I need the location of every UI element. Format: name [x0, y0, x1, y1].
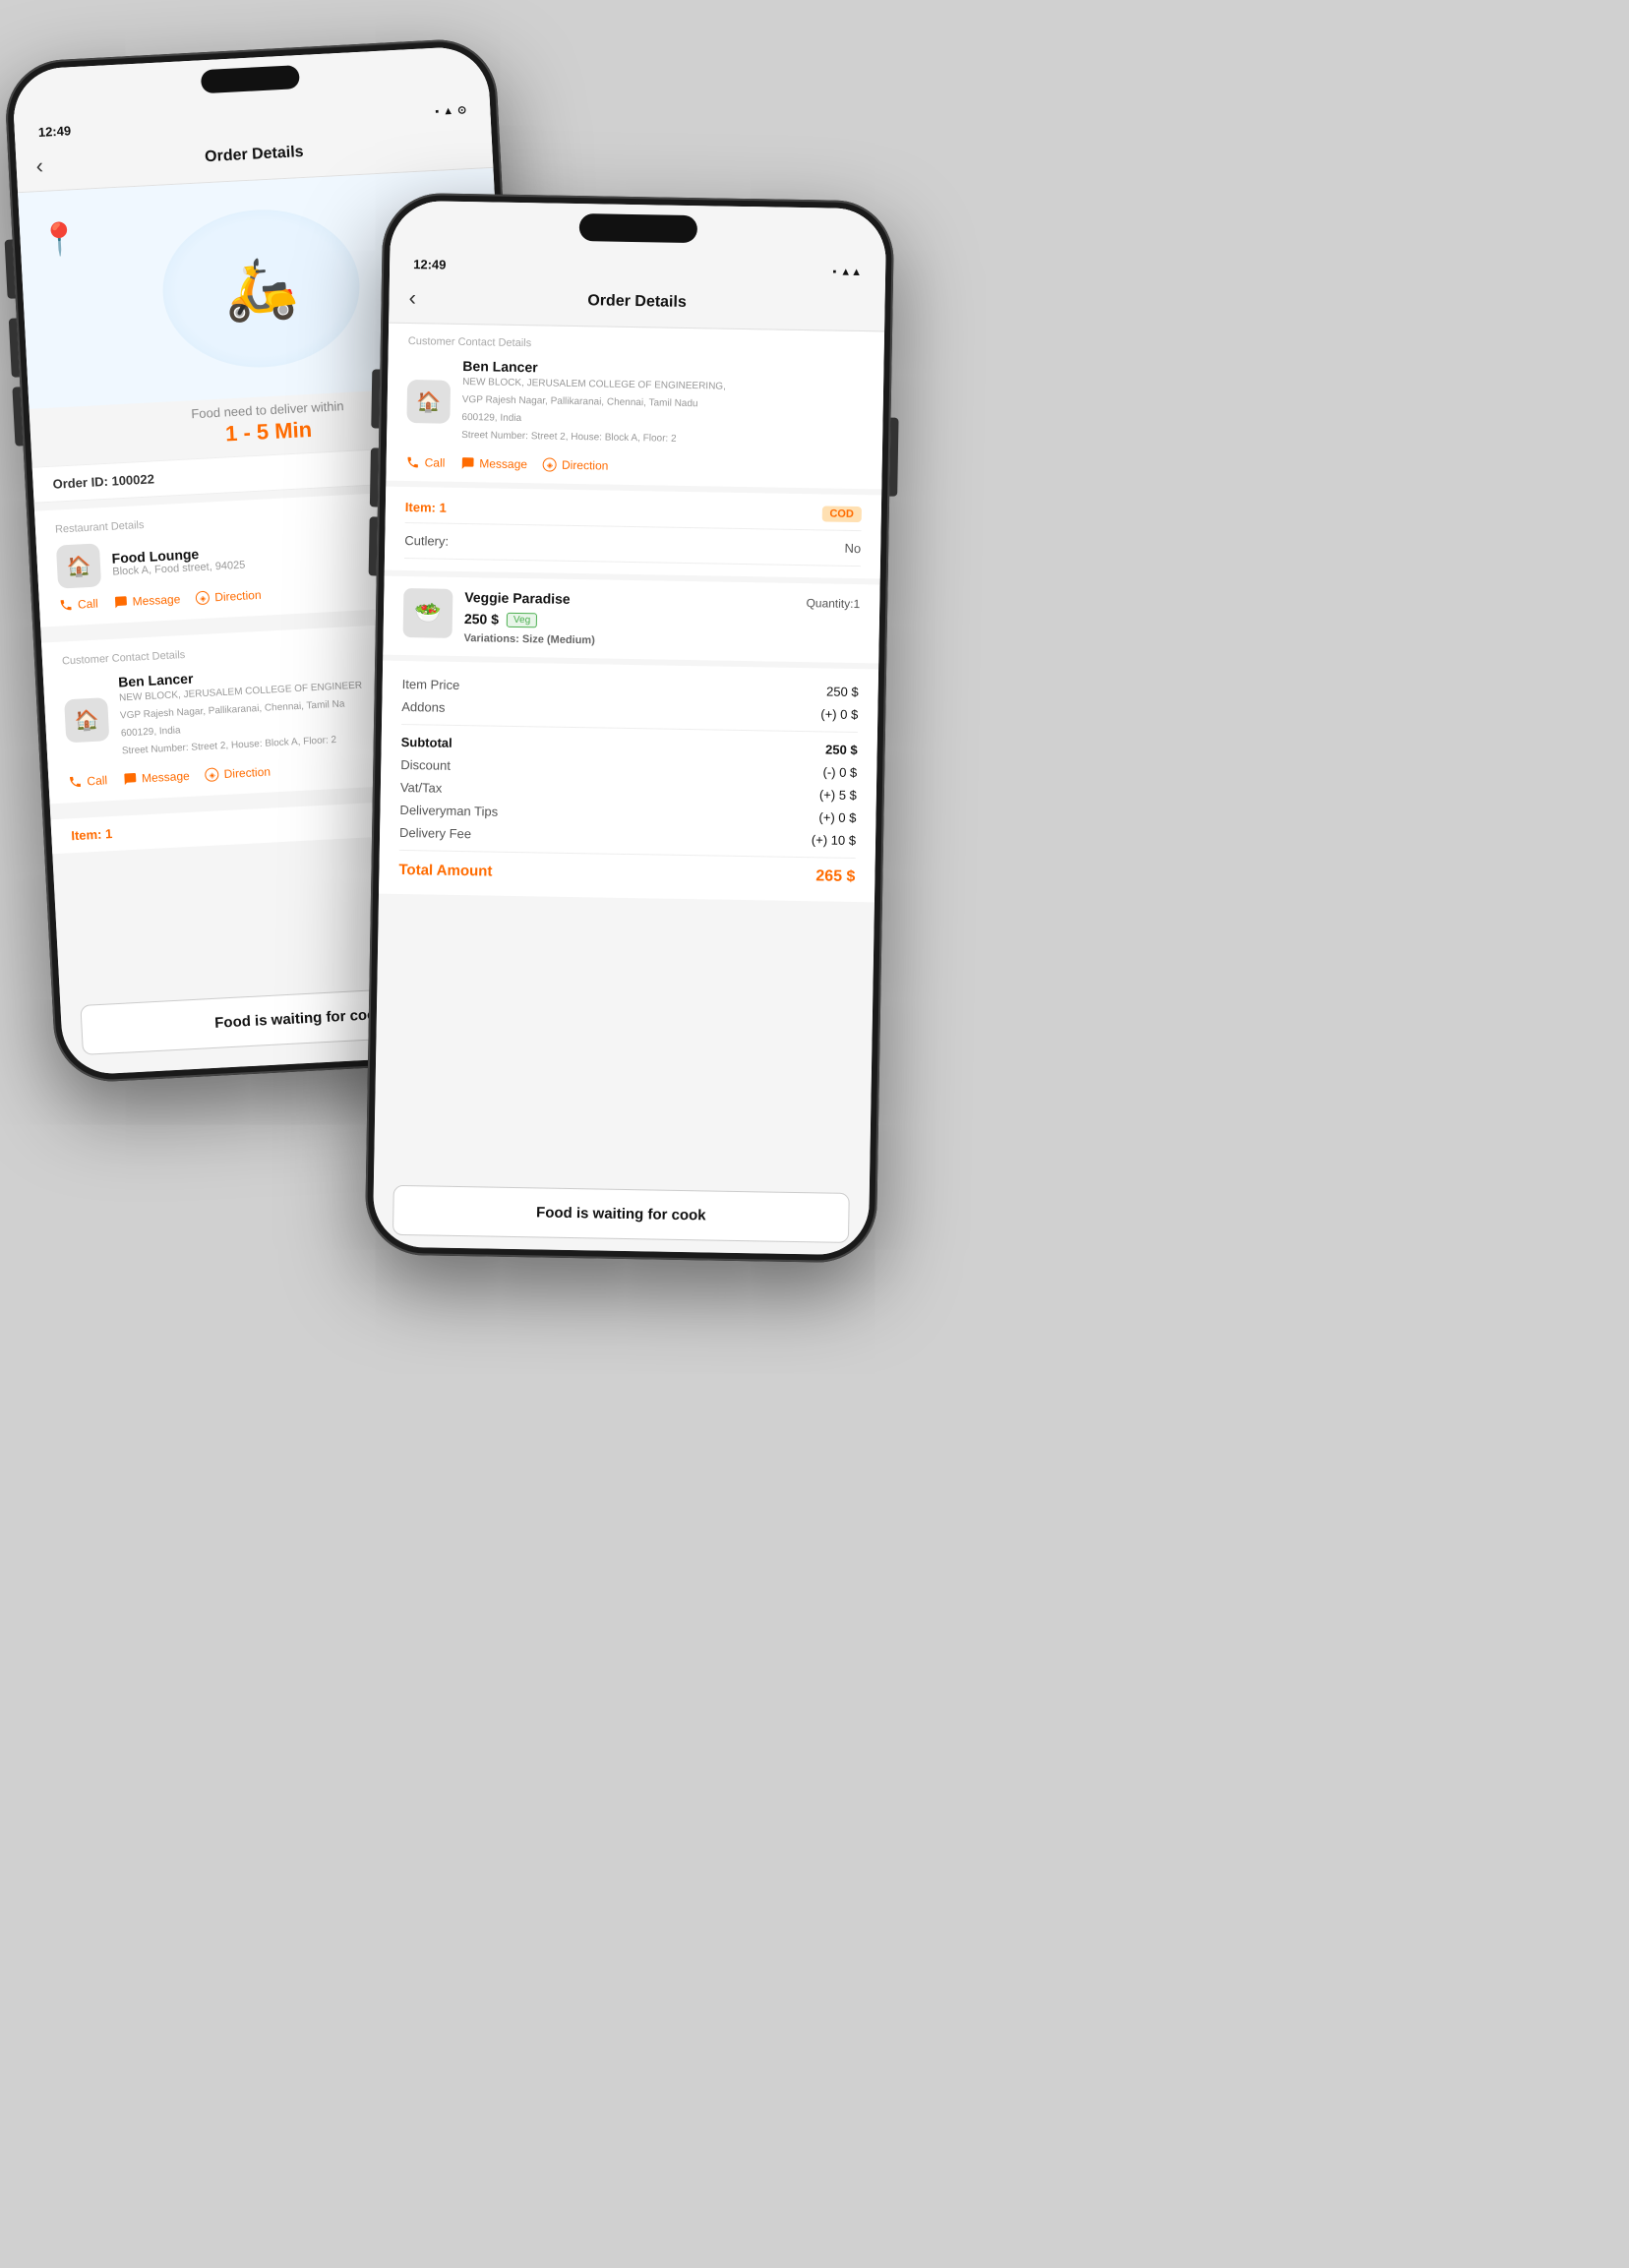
time-2: 12:49 [413, 257, 447, 272]
customer-addr4-2: Street Number: Street 2, House: Block A,… [461, 429, 725, 448]
customer-call-btn-2[interactable]: Call [406, 455, 446, 470]
item-price-label: Item Price [402, 677, 460, 692]
discount-label: Discount [400, 757, 451, 773]
items-section-2: Item: 1 COD Cutlery: No [385, 487, 881, 579]
customer-name-2: Ben Lancer [462, 358, 726, 379]
subtotal-val: 250 $ [825, 742, 858, 757]
signal-icon-1: ▲ [443, 104, 454, 117]
food-item-card: 🥗 Veggie Paradise Quantity:1 250 $ Veg V… [383, 576, 879, 664]
bottom-action-btn-2[interactable]: Food is waiting for cook [392, 1185, 850, 1243]
bottom-btn-area-2: Food is waiting for cook [373, 1173, 870, 1256]
restaurant-info: Food Lounge Block A, Food street, 94025 [111, 544, 245, 578]
customer-avatar-2: 🏠 [406, 380, 451, 424]
page-title-1: Order Details [205, 144, 304, 166]
item-count-2: 1 [439, 500, 446, 514]
veg-badge: Veg [507, 612, 538, 627]
restaurant-message-btn[interactable]: Message [113, 592, 180, 610]
direction-icon: ◈ [196, 591, 211, 606]
food-price: 250 $ [464, 611, 499, 627]
signal-icon-2: ▲▲ [840, 266, 862, 277]
customer-addr1-2: NEW BLOCK, JERUSALEM COLLEGE OF ENGINEER… [462, 376, 726, 394]
time-1: 12:49 [37, 123, 71, 140]
page-title-2: Order Details [587, 292, 687, 312]
customer-message-btn[interactable]: Message [123, 769, 190, 787]
notch-2 [579, 213, 697, 243]
cod-badge: COD [821, 506, 862, 522]
customer-call-btn[interactable]: Call [68, 773, 107, 789]
subtotal-label: Subtotal [401, 735, 452, 750]
addons-label: Addons [401, 699, 445, 715]
phone-icon [59, 598, 74, 613]
customer-addr2-2: VGP Rajesh Nagar, Pallikaranai, Chennai,… [462, 393, 726, 412]
map-illustration: 🛵 [158, 205, 363, 372]
qty-label: Quantity:1 [806, 596, 860, 611]
item-price-val: 250 $ [826, 684, 859, 699]
food-info: Veggie Paradise Quantity:1 250 $ Veg Var… [463, 589, 860, 651]
delivery-illustration: 🛵 [222, 252, 299, 326]
direction-icon-3: ◈ [543, 457, 557, 471]
phone-2: 12:49 ▪ ▲▲ ‹ Order Details Customer Cont… [365, 193, 895, 1264]
pricing-section: Item Price 250 $ Addons (+) 0 $ Subtotal… [379, 661, 878, 903]
total-val: 265 $ [815, 867, 855, 886]
restaurant-call-btn[interactable]: Call [59, 597, 98, 613]
restaurant-avatar: 🏠 [56, 543, 101, 588]
restaurant-direction-btn[interactable]: ◈ Direction [196, 588, 262, 605]
nav-bar-2: ‹ Order Details [389, 277, 885, 332]
direction-icon-2: ◈ [205, 767, 219, 782]
total-row: Total Amount 265 $ [398, 857, 855, 890]
item-count-value-1: 1 [105, 826, 113, 841]
total-label: Total Amount [398, 861, 492, 879]
food-name-row: Veggie Paradise Quantity:1 [464, 589, 860, 612]
tips-label: Deliveryman Tips [399, 803, 498, 819]
customer-avatar: 🏠 [64, 697, 109, 743]
cutlery-value: No [844, 541, 861, 556]
addons-val: (+) 0 $ [820, 706, 858, 722]
back-button-1[interactable]: ‹ [35, 153, 44, 179]
tips-val: (+) 0 $ [818, 809, 856, 825]
order-id-text: Order ID: 100022 [52, 471, 154, 491]
food-name: Veggie Paradise [464, 589, 571, 607]
phone-icon-3 [406, 455, 420, 469]
customer-message-btn-2[interactable]: Message [460, 456, 527, 471]
order-id-value: 100022 [111, 471, 154, 488]
food-thumbnail: 🥗 [403, 588, 453, 638]
customer-info-2: Ben Lancer NEW BLOCK, JERUSALEM COLLEGE … [461, 358, 726, 451]
pin-start-icon: 📍 [39, 219, 81, 259]
delivery-fee-label: Delivery Fee [399, 825, 471, 841]
customer-actions-2: Call Message ◈ Direction [406, 455, 863, 477]
customer-direction-btn[interactable]: ◈ Direction [205, 765, 271, 782]
message-icon-3 [460, 456, 474, 470]
price-veg-row: 250 $ Veg [464, 609, 860, 635]
phone-icon-2 [68, 775, 83, 790]
item-count-label-1: Item: 1 [71, 826, 113, 843]
customer-direction-btn-2[interactable]: ◈ Direction [543, 457, 609, 472]
customer-info: Ben Lancer NEW BLOCK, JERUSALEM COLLEGE … [118, 662, 366, 763]
item-label-2: Item: 1 [405, 499, 447, 514]
battery-icon-1: ▪ [435, 105, 440, 117]
customer-row-2: 🏠 Ben Lancer NEW BLOCK, JERUSALEM COLLEG… [406, 357, 865, 453]
phone-2-screen: 12:49 ▪ ▲▲ ‹ Order Details Customer Cont… [373, 201, 886, 1256]
customer-addr3-2: 600129, India [461, 411, 725, 430]
delivery-fee-val: (+) 10 $ [812, 832, 856, 848]
cutlery-label: Cutlery: [404, 533, 449, 549]
battery-icon-2: ▪ [832, 266, 836, 277]
item-row-header: Item: 1 COD [405, 499, 862, 522]
wifi-icon-1: ⊙ [457, 103, 467, 116]
vat-val: (+) 5 $ [819, 787, 857, 803]
discount-val: (-) 0 $ [822, 764, 857, 780]
customer-contact-section-2: Customer Contact Details 🏠 Ben Lancer NE… [386, 324, 884, 490]
back-button-2[interactable]: ‹ [408, 285, 416, 311]
customer-section-label-2: Customer Contact Details [408, 335, 865, 355]
message-icon [113, 595, 128, 610]
cutlery-row: Cutlery: No [404, 522, 862, 567]
vat-label: Vat/Tax [400, 780, 443, 796]
message-icon-2 [123, 772, 138, 787]
variations-text: Variations: Size (Medium) [463, 632, 859, 651]
